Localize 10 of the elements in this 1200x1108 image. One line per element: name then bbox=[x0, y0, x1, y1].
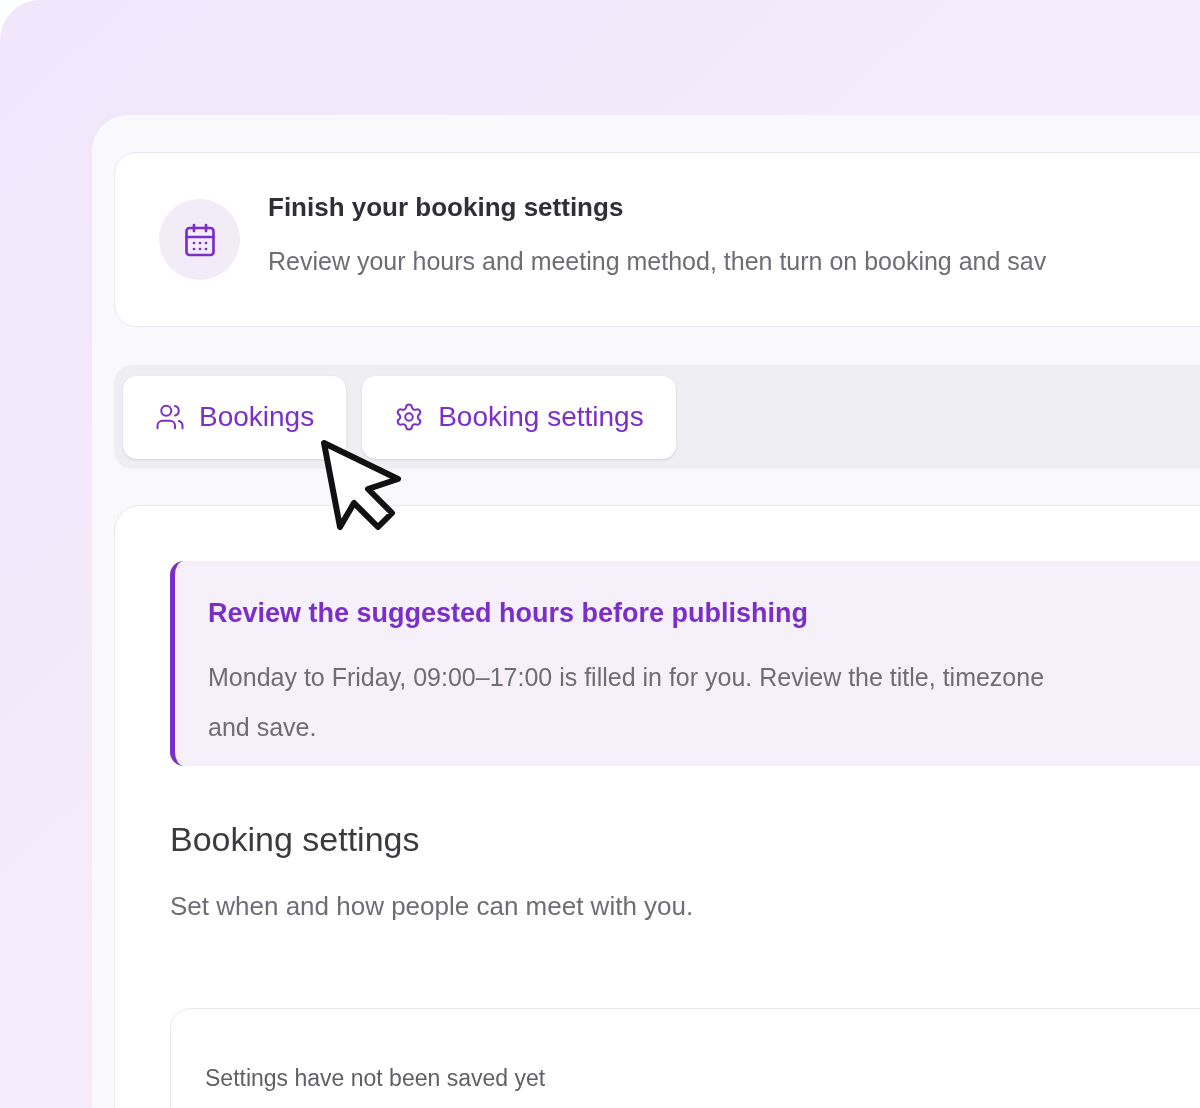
notice-text: Review your hours and meeting method, then turn on booking and sav bbox=[268, 246, 1047, 278]
tab[interactable]: Bookings bbox=[123, 375, 347, 459]
status-text: Settings have not been saved yet bbox=[205, 1064, 547, 1094]
section-title: Booking settings bbox=[170, 819, 421, 861]
notice-title: Finish your booking settings bbox=[268, 191, 625, 225]
callout-text: Monday to Friday, 09:00–17:00 is filled in for you. Review the title, timezone and save. bbox=[208, 661, 1046, 743]
section-subtitle: Set when and how people can meet with you. bbox=[170, 890, 695, 924]
tab[interactable]: Booking settings bbox=[362, 375, 676, 459]
people-icon bbox=[155, 402, 185, 432]
callout-title: Review the suggested hours before publishing bbox=[208, 597, 810, 630]
